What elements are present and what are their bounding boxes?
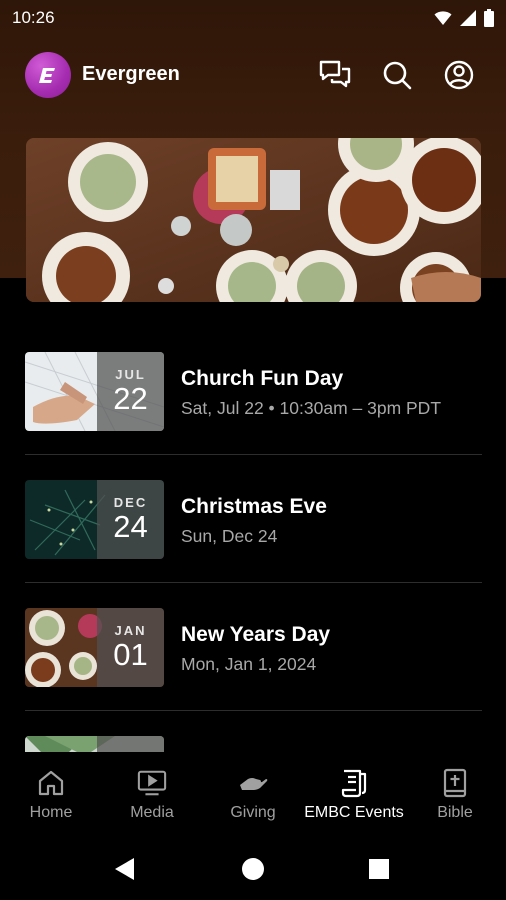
event-item[interactable]: DEC 24 Christmas Eve Sun, Dec 24	[25, 480, 482, 608]
event-thumbnail	[25, 736, 164, 752]
wifi-icon	[434, 11, 452, 25]
event-title: Christmas Eve	[181, 495, 327, 518]
chat-button[interactable]	[318, 58, 352, 92]
media-icon	[137, 768, 167, 798]
event-day: 24	[113, 509, 148, 544]
event-item[interactable]	[25, 736, 482, 752]
home-circle-icon	[242, 858, 264, 880]
date-badge: DEC 24	[97, 480, 164, 559]
divider	[25, 582, 482, 583]
divider	[25, 454, 482, 455]
battery-icon	[484, 9, 494, 27]
date-badge: JAN 01	[97, 608, 164, 687]
back-icon	[115, 858, 134, 880]
status-time: 10:26	[12, 8, 55, 27]
date-badge	[97, 736, 164, 752]
event-title: Church Fun Day	[181, 367, 344, 390]
nav-label: Bible	[437, 804, 473, 821]
account-button[interactable]	[442, 58, 476, 92]
event-item[interactable]: JAN 01 New Years Day Mon, Jan 1, 2024	[25, 608, 482, 736]
event-subtitle: Sun, Dec 24	[181, 526, 278, 546]
event-thumbnail: JAN 01	[25, 608, 164, 687]
divider	[25, 710, 482, 711]
nav-label: Giving	[230, 804, 276, 821]
signal-icon	[460, 10, 476, 26]
nav-giving[interactable]: Giving	[203, 752, 303, 834]
nav-label: EMBC Events	[304, 804, 404, 821]
events-icon	[339, 768, 369, 798]
nav-label: Home	[29, 804, 73, 821]
logo-e-icon	[39, 68, 55, 83]
bible-icon	[440, 768, 470, 798]
app-title: Evergreen	[82, 63, 180, 85]
event-month: JAN	[114, 623, 147, 638]
event-title: New Years Day	[181, 623, 331, 646]
nav-home[interactable]: Home	[1, 752, 101, 834]
event-item[interactable]: JUL 22 Church Fun Day Sat, Jul 22 • 10:3…	[25, 352, 482, 480]
app-bar: Evergreen	[0, 50, 506, 100]
nav-media[interactable]: Media	[102, 752, 202, 834]
hero-image	[26, 138, 481, 302]
event-thumbnail: JUL 22	[25, 352, 164, 431]
bottom-navigation: Home Media Giving EMBC Events Bible	[0, 752, 506, 834]
date-badge: JUL 22	[97, 352, 164, 431]
event-month: DEC	[113, 495, 148, 510]
search-button[interactable]	[380, 58, 414, 92]
event-subtitle: Sat, Jul 22 • 10:30am – 3pm PDT	[181, 398, 442, 418]
nav-label: Media	[130, 804, 174, 821]
home-icon	[36, 768, 66, 798]
nav-embc-events[interactable]: EMBC Events	[304, 752, 404, 834]
event-subtitle: Mon, Jan 1, 2024	[181, 654, 317, 674]
event-thumbnail: DEC 24	[25, 480, 164, 559]
event-month: JUL	[115, 367, 146, 382]
nav-bible[interactable]: Bible	[405, 752, 505, 834]
giving-icon	[238, 768, 268, 798]
status-bar: 10:26	[0, 0, 506, 36]
back-button[interactable]	[110, 854, 140, 884]
app-logo[interactable]	[25, 52, 71, 98]
event-day: 01	[113, 637, 148, 672]
recents-button[interactable]	[364, 854, 394, 884]
recents-icon	[369, 859, 389, 879]
system-navigation	[0, 834, 506, 900]
event-day: 22	[113, 381, 148, 416]
chat-icon	[319, 60, 351, 88]
home-system-button[interactable]	[238, 854, 268, 884]
search-icon	[383, 61, 412, 90]
account-icon	[444, 60, 474, 90]
status-icons	[434, 9, 494, 27]
